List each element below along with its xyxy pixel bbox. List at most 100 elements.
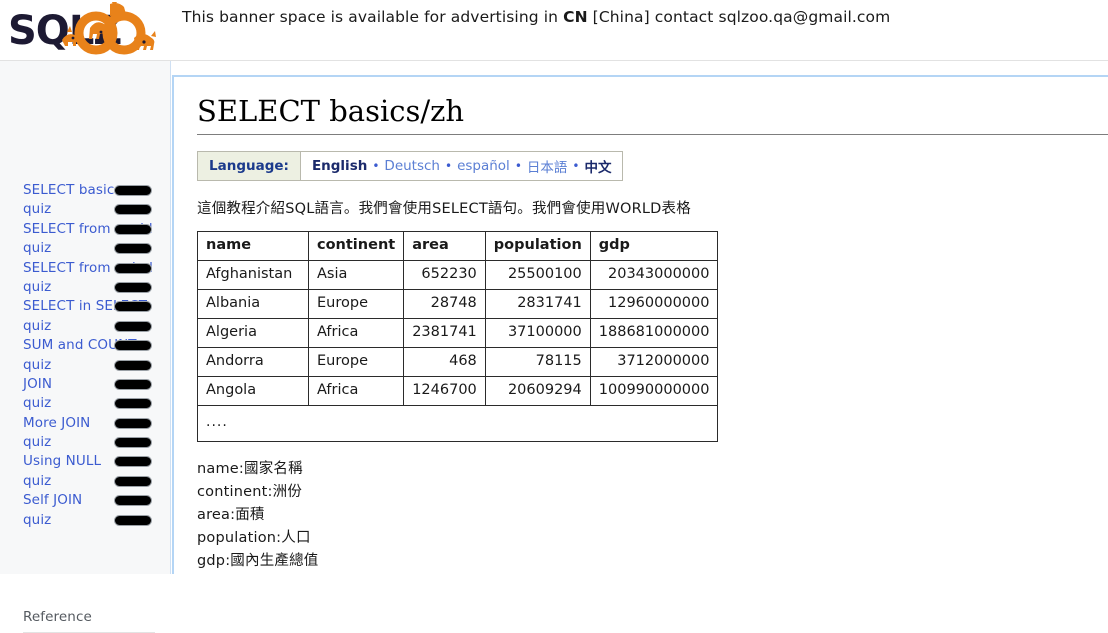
sidebar-item-select-from-nobel[interactable]: SELECT from nobel [0,259,171,278]
sidebar-item-label[interactable]: More JOIN [23,415,90,431]
sidebar-item-label[interactable]: JOIN [23,376,52,392]
table-row: Algeria Africa 2381741 37100000 18868100… [197,318,719,349]
cell-area: 468 [403,347,486,378]
column-header-continent: continent [307,231,405,262]
sidebar-item-quiz-1[interactable]: quiz [0,200,171,219]
definition-name: name:國家名稱 [197,461,303,478]
progress-pill-icon [114,456,152,468]
table-header-row: name continent area population gdp [197,231,719,262]
cell-continent: Europe [307,289,405,320]
sidebar-item-label[interactable]: quiz [23,240,51,256]
language-option-espanol[interactable]: español [457,158,510,174]
sidebar-item-sum-and-count[interactable]: SUM and COUNT [0,336,171,355]
banner-email: sqlzoo.qa@gmail.com [718,8,891,26]
language-label: Language: [198,152,300,181]
cell-name: Algeria [197,318,309,349]
progress-pill-icon [114,514,152,526]
sidebar-item-join[interactable]: JOIN [0,375,171,394]
sidebar-item-label[interactable]: Using NULL [23,453,101,469]
column-header-area: area [403,231,486,262]
language-links: English • Deutsch • español • 日本語 • 中文 [299,152,623,181]
site-header: SQLZ This banner space is available for … [0,0,1108,61]
cell-population: 25500100 [484,260,591,291]
cell-population: 78115 [484,347,591,378]
column-header-name: name [197,231,309,262]
cell-area: 652230 [403,260,486,291]
progress-pill-icon [114,359,152,371]
progress-pill-icon [114,475,152,487]
sidebar-item-label[interactable]: quiz [23,357,51,373]
sidebar-item-label[interactable]: quiz [23,473,51,489]
progress-pill-icon [114,204,152,216]
sidebar-item-list: SELECT basics quiz SELECT from world qui… [0,181,171,530]
cell-more-rows: .... [196,405,719,443]
sidebar-item-label[interactable]: quiz [23,279,51,295]
cell-gdp: 188681000000 [589,318,719,349]
definition-gdp: gdp:國內生產總值 [197,553,319,570]
sidebar-item-quiz-7[interactable]: quiz [0,433,171,452]
table-row: Afghanistan Asia 652230 25500100 2034300… [197,260,719,291]
language-separator: • [572,159,580,174]
progress-pill-icon [114,378,152,390]
progress-pill-icon [114,320,152,332]
language-option-japanese[interactable]: 日本語 [527,156,568,176]
definition-population: population:人口 [197,530,311,547]
table-row-ellipsis: .... [196,405,719,443]
progress-pill-icon [114,340,152,352]
sidebar-item-quiz-8[interactable]: quiz [0,472,171,491]
sidebar-item-more-join[interactable]: More JOIN [0,414,171,433]
progress-pill-icon [114,281,152,293]
sidebar-item-quiz-2[interactable]: quiz [0,239,171,258]
language-selector: Language: English • Deutsch • español • … [197,151,624,182]
sidebar-item-quiz-4[interactable]: quiz [0,317,171,336]
sidebar-section-reference: Reference [23,609,92,625]
sidebar-navigation: SELECT basics quiz SELECT from world qui… [0,61,171,633]
table-row: Albania Europe 28748 2831741 12960000000 [197,289,719,320]
world-table: name continent area population gdp Afgha… [196,231,719,443]
sqlzoo-logo[interactable]: SQLZ [6,2,171,58]
cell-population: 37100000 [484,318,591,349]
sidebar-item-quiz-5[interactable]: quiz [0,356,171,375]
cell-continent: Asia [307,260,405,291]
sidebar-item-label[interactable]: quiz [23,434,51,450]
language-option-english[interactable]: English [312,158,367,174]
language-option-deutsch[interactable]: Deutsch [384,158,440,174]
sidebar-item-self-join[interactable]: Self JOIN [0,491,171,510]
cell-name: Andorra [197,347,309,378]
sidebar-item-label[interactable]: SELECT basics [23,182,122,198]
sidebar-item-label[interactable]: quiz [23,512,51,528]
cell-name: Albania [197,289,309,320]
banner-prefix: This banner space is available for adver… [182,8,564,26]
sidebar-item-quiz-6[interactable]: quiz [0,394,171,413]
progress-pill-icon [114,495,152,507]
cell-gdp: 3712000000 [589,347,719,378]
column-header-gdp: gdp [589,231,719,262]
sidebar-item-quiz-3[interactable]: quiz [0,278,171,297]
progress-pill-icon [114,262,152,274]
sidebar-item-label[interactable]: Self JOIN [23,492,82,508]
column-definitions: name:國家名稱 continent:洲份 area:面積 populatio… [197,458,1108,573]
sidebar-item-select-in-select[interactable]: SELECT in SELECT [0,297,171,316]
page-title: SELECT basics/zh [197,94,465,128]
cell-area: 1246700 [403,376,486,407]
sidebar-item-label[interactable]: quiz [23,201,51,217]
definition-continent: continent:洲份 [197,484,303,501]
sidebar-item-label[interactable]: quiz [23,318,51,334]
language-separator: • [514,159,522,174]
cell-continent: Europe [307,347,405,378]
cell-area: 28748 [403,289,486,320]
sidebar-item-using-null[interactable]: Using NULL [0,452,171,471]
sidebar-item-label[interactable]: quiz [23,395,51,411]
sidebar-item-select-basics[interactable]: SELECT basics [0,181,171,200]
sidebar-item-quiz-9[interactable]: quiz [0,511,171,530]
sidebar-item-select-from-world[interactable]: SELECT from world [0,220,171,239]
language-option-chinese[interactable]: 中文 [584,156,611,176]
cell-population: 20609294 [484,376,591,407]
cell-area: 2381741 [403,318,486,349]
banner-middle: [China] contact [587,8,719,26]
progress-pill-icon [114,417,152,429]
progress-pill-icon [114,243,152,255]
progress-pill-icon [114,185,152,196]
table-header: name continent area population gdp [197,231,719,262]
cell-continent: Africa [307,318,405,349]
